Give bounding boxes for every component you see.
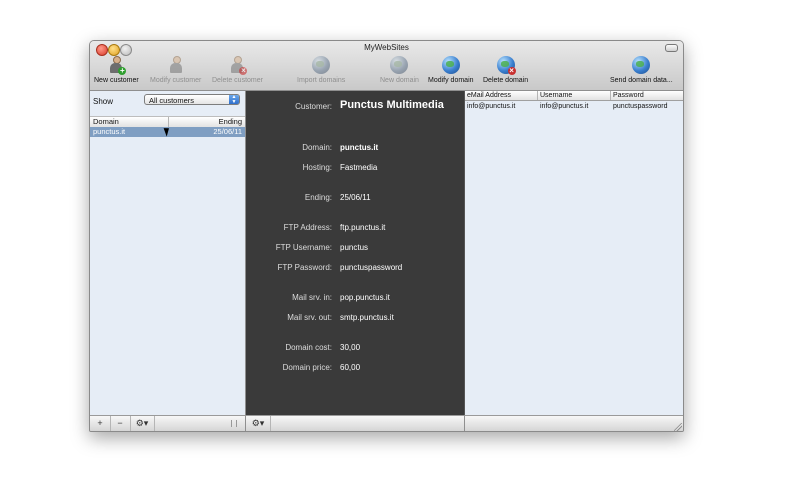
detail-gear-menu-button[interactable]: ⚙▾: [246, 416, 271, 431]
column-header-ending[interactable]: Ending: [219, 117, 242, 127]
ftp-address-value: ftp.punctus.it: [340, 223, 386, 232]
gear-icon: ⚙▾: [135, 418, 149, 428]
domain-price-value: 60,00: [340, 363, 361, 372]
delete-domain-label: Delete domain: [483, 77, 529, 84]
mail-in-label: Mail srv. in:: [292, 293, 332, 302]
send-domain-data-icon: [631, 56, 651, 75]
ftp-address-label: FTP Address:: [283, 223, 332, 232]
window-resize-handle[interactable]: [674, 423, 682, 431]
left-bottom-bar: + − ⚙▾: [90, 415, 246, 431]
modify-domain-button[interactable]: Modify domain: [428, 56, 474, 84]
ftp-password-label: FTP Password:: [277, 263, 332, 272]
row-password: punctuspassword: [613, 103, 668, 110]
hosting-label: Hosting:: [302, 163, 332, 172]
ending-value: 25/06/11: [340, 193, 371, 202]
split-resize-handle[interactable]: [231, 420, 237, 427]
send-domain-data-label: Send domain data...: [610, 77, 673, 84]
modify-customer-label: Modify customer: [150, 77, 202, 84]
hosting-value: Fastmedia: [340, 163, 378, 172]
import-domains-button[interactable]: Import domains: [297, 56, 345, 84]
delete-customer-button[interactable]: × Delete customer: [212, 56, 263, 84]
new-domain-icon: [389, 56, 409, 75]
modify-domain-label: Modify domain: [428, 77, 474, 84]
main-window: MyWebSites + New customer Modify custome…: [89, 40, 684, 432]
mail-in-value: pop.punctus.it: [340, 293, 390, 302]
import-domains-icon: [311, 56, 331, 75]
email-table-header: eMail Address Username Password: [465, 91, 683, 101]
show-label: Show: [93, 97, 114, 106]
row-ending: 25/06/11: [213, 127, 242, 136]
column-header-username[interactable]: Username: [540, 91, 572, 100]
row-username: info@punctus.it: [540, 103, 589, 110]
delete-domain-button[interactable]: × Delete domain: [483, 56, 528, 84]
ending-label: Ending:: [304, 193, 332, 202]
domain-cost-value: 30,00: [340, 343, 361, 352]
new-customer-label: New customer: [94, 77, 139, 84]
window-title: MyWebSites: [364, 43, 409, 52]
domain-value: punctus.it: [340, 143, 379, 152]
table-row[interactable]: info@punctus.it info@punctus.it punctusp…: [465, 102, 683, 112]
domain-price-label: Domain price:: [282, 363, 332, 372]
new-domain-button[interactable]: New domain: [380, 56, 419, 84]
send-domain-data-button[interactable]: Send domain data...: [610, 56, 673, 84]
column-header-domain[interactable]: Domain: [93, 117, 119, 127]
modify-customer-icon: [166, 56, 186, 75]
customer-list-pane: Show All customers ▲ ▼ Domain Ending punc…: [90, 91, 246, 415]
ftp-password-value: punctuspassword: [340, 263, 403, 272]
new-customer-button[interactable]: + New customer: [94, 56, 139, 84]
delete-domain-icon: ×: [496, 56, 516, 75]
domain-cost-label: Domain cost:: [285, 343, 332, 352]
domain-label: Domain:: [302, 143, 332, 152]
row-domain: punctus.it: [93, 127, 126, 136]
remove-button[interactable]: −: [110, 416, 131, 431]
column-header-email[interactable]: eMail Address: [467, 91, 511, 100]
add-button[interactable]: +: [90, 416, 111, 431]
delete-customer-icon: ×: [227, 56, 248, 75]
delete-customer-label: Delete customer: [212, 77, 263, 84]
toolbar-toggle-button[interactable]: [665, 44, 678, 52]
customer-value: Punctus Multimedia: [340, 99, 444, 111]
new-customer-icon: +: [106, 56, 127, 75]
email-bottom-bar: [465, 415, 683, 431]
row-email: info@punctus.it: [467, 103, 516, 110]
customer-label: Customer:: [295, 102, 332, 111]
select-arrows-icon: ▲ ▼: [229, 95, 239, 104]
modify-customer-button[interactable]: Modify customer: [150, 56, 201, 84]
toolbar: MyWebSites + New customer Modify custome…: [90, 41, 683, 91]
gear-menu-button[interactable]: ⚙▾: [130, 416, 155, 431]
column-header-password[interactable]: Password: [613, 91, 644, 100]
customer-filter-value: All customers: [149, 96, 195, 105]
email-accounts-pane: eMail Address Username Password info@pun…: [465, 91, 683, 415]
mail-out-label: Mail srv. out:: [287, 313, 332, 322]
modify-domain-icon: [441, 56, 461, 75]
gear-icon: ⚙▾: [251, 418, 265, 428]
mail-out-value: smtp.punctus.it: [340, 313, 394, 322]
ftp-username-value: punctus: [340, 243, 369, 252]
domain-detail-pane: Customer: Punctus Multimedia Domain: pun…: [246, 91, 465, 415]
ftp-username-label: FTP Username:: [275, 243, 332, 252]
customer-filter-select[interactable]: All customers ▲ ▼: [144, 94, 240, 105]
detail-bottom-bar: ⚙▾: [246, 415, 465, 431]
new-domain-label: New domain: [380, 77, 419, 84]
import-domains-label: Import domains: [297, 77, 346, 84]
